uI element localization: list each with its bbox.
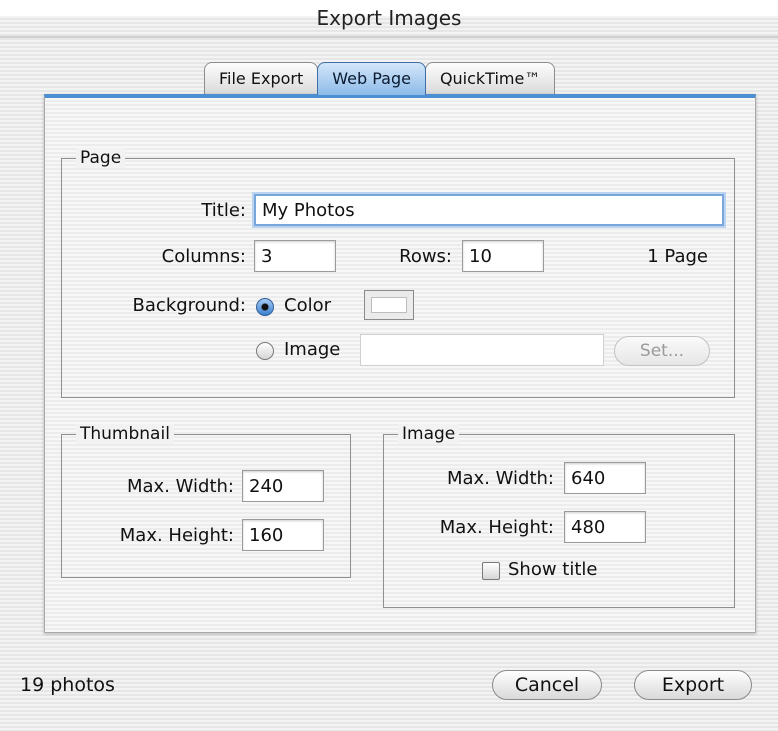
web-page-panel: Page Title: Columns: Rows: 1 Page Backgr… [44, 94, 756, 633]
thumbnail-group: Thumbnail Max. Width: Max. Height: [61, 424, 351, 578]
photo-count: 19 photos [20, 674, 115, 696]
export-button[interactable]: Export [634, 670, 752, 700]
color-swatch[interactable] [364, 290, 414, 320]
set-button[interactable]: Set... [614, 336, 710, 366]
tab-quicktime[interactable]: QuickTime™ [424, 62, 556, 95]
columns-input[interactable] [254, 240, 336, 272]
image-group: Image Max. Width: Max. Height: Show titl… [383, 424, 735, 608]
title-divider [0, 36, 778, 38]
tab-bar: File Export Web Page QuickTime™ [204, 62, 556, 96]
thumbnail-max-width-label: Max. Width: [126, 476, 234, 497]
color-radio[interactable] [256, 298, 274, 316]
thumbnail-max-height-label: Max. Height: [119, 525, 234, 546]
image-radio[interactable] [256, 342, 274, 360]
image-max-width-label: Max. Width: [446, 468, 554, 489]
background-label: Background: [132, 295, 246, 316]
thumbnail-max-height-input[interactable] [242, 519, 324, 551]
thumbnail-max-width-input[interactable] [242, 470, 324, 502]
page-group-legend: Page [76, 148, 126, 168]
rows-label: Rows: [399, 246, 452, 267]
show-title-label: Show title [508, 559, 598, 580]
title-label: Title: [201, 200, 246, 221]
image-max-height-label: Max. Height: [439, 517, 554, 538]
color-option-label: Color [284, 295, 331, 316]
image-group-legend: Image [398, 424, 460, 444]
thumbnail-group-legend: Thumbnail [76, 424, 174, 444]
window-title: Export Images [316, 6, 462, 30]
rows-input[interactable] [462, 240, 544, 272]
columns-label: Columns: [161, 246, 246, 267]
image-path-field[interactable] [360, 334, 604, 366]
image-max-width-input[interactable] [564, 462, 646, 494]
tab-file-export[interactable]: File Export [204, 62, 319, 95]
image-max-height-input[interactable] [564, 511, 646, 543]
title-input[interactable] [254, 194, 724, 226]
cancel-button[interactable]: Cancel [492, 670, 602, 700]
show-title-checkbox[interactable] [482, 562, 500, 580]
page-count-text: 1 Page [647, 246, 708, 267]
page-group: Page Title: Columns: Rows: 1 Page Backgr… [61, 148, 735, 398]
tab-web-page[interactable]: Web Page [317, 62, 426, 95]
image-option-label: Image [284, 339, 341, 360]
